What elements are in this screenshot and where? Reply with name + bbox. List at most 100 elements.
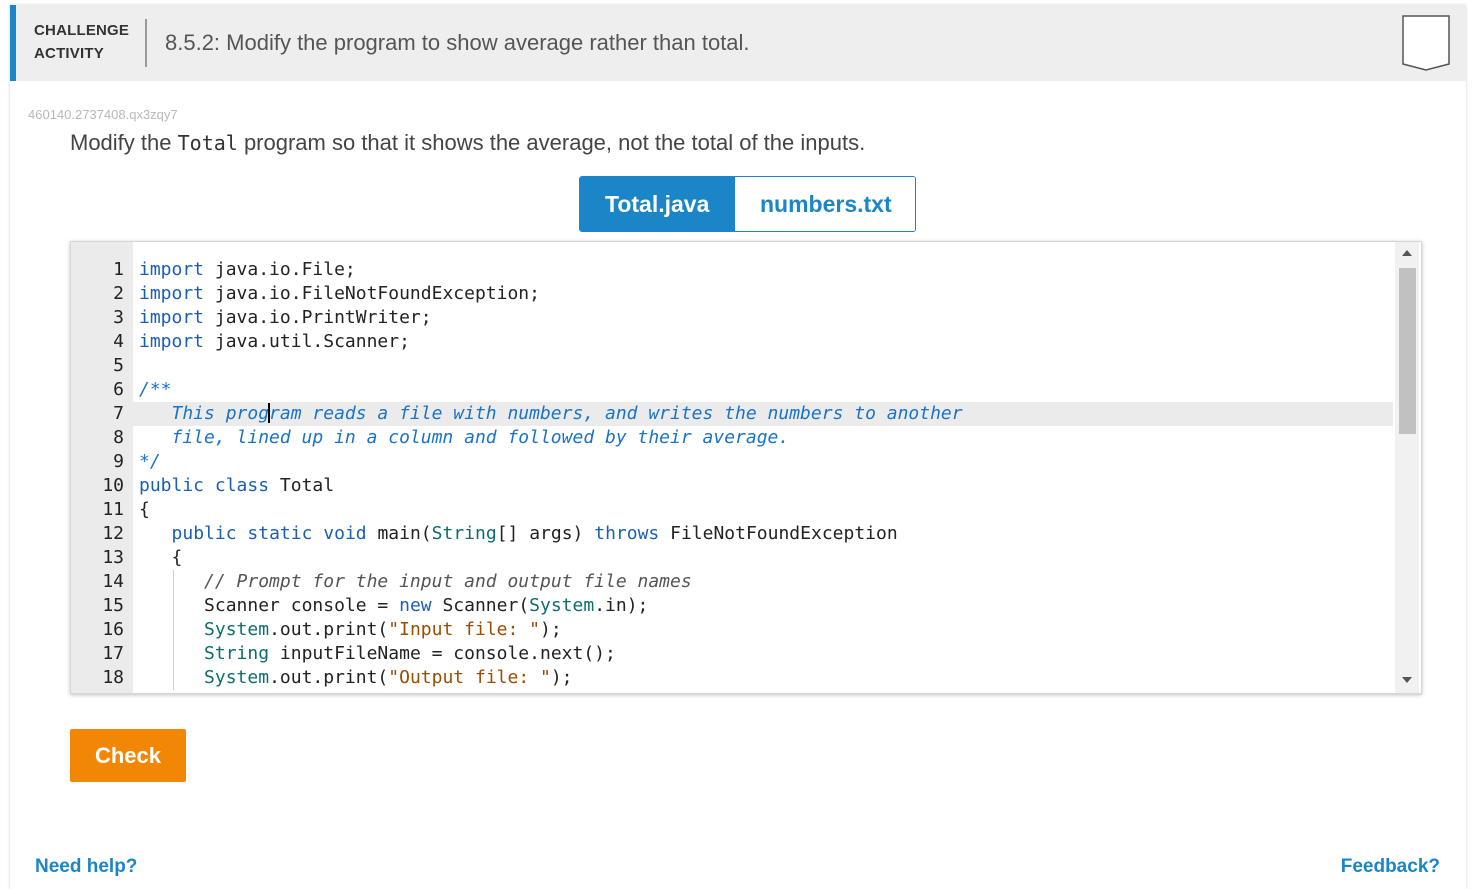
type-name: String [204, 643, 270, 664]
type-name: System [204, 667, 270, 688]
activity-title: 8.5.2: Modify the program to show averag… [165, 30, 750, 55]
code-text: java.io.File; [204, 259, 356, 280]
line-number: 15 [102, 595, 124, 616]
doc-comment: This prog [139, 403, 270, 424]
code-line[interactable]: 8 file, lined up in a column and followe… [71, 426, 1393, 450]
code-text: java.io.PrintWriter; [204, 307, 432, 328]
code-text: ); [550, 667, 573, 688]
keyword: import [139, 331, 205, 352]
line-number: 7 [113, 403, 124, 424]
code-line[interactable]: 12 public static void main(String[] args… [71, 522, 1393, 546]
code-text: .out.print( [269, 619, 389, 640]
keyword: void [323, 523, 367, 544]
instructions-text: Modify the Total program so that it show… [70, 130, 865, 156]
line-number: 12 [102, 523, 124, 544]
scrollbar-thumb[interactable] [1399, 268, 1416, 434]
check-button[interactable]: Check [70, 729, 186, 782]
code-text: { [139, 547, 183, 568]
code-text: .in); [594, 595, 649, 616]
keyword: static [247, 523, 313, 544]
keyword: new [399, 595, 432, 616]
code-text: Scanner console = [204, 595, 400, 616]
line-number: 16 [102, 619, 124, 640]
activity-type-line1: CHALLENGE [34, 22, 130, 39]
code-text: .out.print( [269, 667, 389, 688]
code-line[interactable]: 9 */ [71, 450, 1393, 474]
line-number: 17 [102, 643, 124, 664]
type-name: String [431, 523, 497, 544]
code-text: inputFileName = console.next(); [269, 643, 616, 664]
comment: // Prompt for the input and output file … [204, 571, 692, 592]
instructions-after: program so that it shows the average, no… [237, 130, 866, 155]
line-number: 11 [102, 499, 124, 520]
keyword: import [139, 259, 205, 280]
activity-header: CHALLENGE ACTIVITY 8.5.2: Modify the pro… [10, 5, 1466, 81]
line-number: 9 [113, 451, 124, 472]
code-text: java.io.FileNotFoundException; [204, 283, 540, 304]
code-line[interactable]: 3 import java.io.PrintWriter; [71, 306, 1393, 330]
line-number: 1 [113, 259, 124, 280]
code-line[interactable]: 1 import java.io.File; [71, 258, 1393, 282]
code-line[interactable]: 6 /** [71, 378, 1393, 402]
string-literal: "Output file: " [388, 667, 551, 688]
keyword: public [171, 523, 237, 544]
line-number: 18 [102, 667, 124, 688]
code-text: java.util.Scanner; [204, 331, 410, 352]
scroll-down-arrow-icon[interactable] [1402, 677, 1412, 683]
keyword: import [139, 307, 205, 328]
code-text: FileNotFoundException [659, 523, 898, 544]
code-line[interactable]: 5 [71, 354, 1393, 378]
string-literal: "Input file: " [388, 619, 540, 640]
code-lines: 1 import java.io.File; 2 import java.io.Fi… [71, 258, 1393, 690]
code-line[interactable]: 15 Scanner console = new Scanner(System.… [71, 594, 1393, 618]
doc-comment: /** [139, 379, 172, 400]
header-divider [145, 19, 147, 67]
line-number: 2 [113, 283, 124, 304]
code-line[interactable]: 14 // Prompt for the input and output fi… [71, 570, 1393, 594]
editor-scrollbar[interactable] [1395, 242, 1419, 693]
code-line[interactable]: 4 import java.util.Scanner; [71, 330, 1393, 354]
code-line-active[interactable]: 7 This program reads a file with numbers… [71, 402, 1393, 426]
line-number: 14 [102, 571, 124, 592]
tab-total-java[interactable]: Total.java [580, 177, 734, 231]
file-tabs: Total.java numbers.txt [579, 176, 916, 232]
code-text: { [139, 499, 150, 520]
keyword: throws [594, 523, 660, 544]
need-help-link[interactable]: Need help? [35, 856, 137, 878]
feedback-link[interactable]: Feedback? [1341, 856, 1440, 878]
code-line[interactable]: 2 import java.io.FileNotFoundException; [71, 282, 1393, 306]
header-accent-bar [10, 5, 16, 81]
code-line[interactable]: 17 String inputFileName = console.next()… [71, 642, 1393, 666]
type-name: System [204, 619, 270, 640]
keyword: class [214, 475, 270, 496]
code-text: Total [269, 475, 335, 496]
code-line[interactable]: 18 System.out.print("Output file: "); [71, 666, 1393, 690]
line-number: 8 [113, 427, 124, 448]
code-line[interactable]: 11 { [71, 498, 1393, 522]
doc-comment: file, lined up in a column and followed … [139, 427, 790, 448]
challenge-activity-card: CHALLENGE ACTIVITY 8.5.2: Modify the pro… [10, 5, 1466, 889]
line-number: 4 [113, 331, 124, 352]
activity-id: 460140.2737408.qx3zqy7 [28, 107, 178, 122]
line-number: 3 [113, 307, 124, 328]
line-number: 13 [102, 547, 124, 568]
line-number: 10 [102, 475, 124, 496]
doc-comment: */ [139, 451, 161, 472]
line-number: 5 [113, 355, 124, 376]
code-text: [] args) [496, 523, 595, 544]
bookmark-icon[interactable] [1402, 15, 1450, 71]
code-editor[interactable]: 1 import java.io.File; 2 import java.io.Fi… [70, 241, 1422, 694]
activity-type-label: CHALLENGE ACTIVITY [34, 19, 144, 65]
scroll-up-arrow-icon[interactable] [1402, 250, 1412, 256]
tab-numbers-txt[interactable]: numbers.txt [734, 177, 915, 231]
instructions-code: Total [177, 131, 238, 155]
code-line[interactable]: 13 { [71, 546, 1393, 570]
code-text: main( [366, 523, 432, 544]
code-line[interactable]: 16 System.out.print("Input file: "); [71, 618, 1393, 642]
activity-type-line2: ACTIVITY [34, 45, 104, 62]
type-name: System [529, 595, 595, 616]
keyword: public [139, 475, 205, 496]
keyword: import [139, 283, 205, 304]
code-line[interactable]: 10 public class Total [71, 474, 1393, 498]
line-number: 6 [113, 379, 124, 400]
